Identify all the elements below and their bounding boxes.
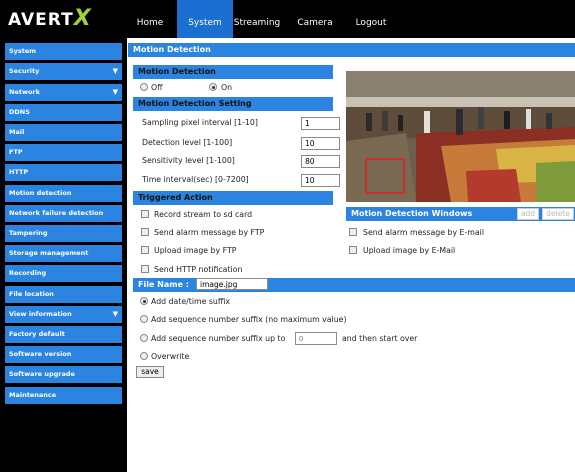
sidebar-item-label: Network bbox=[9, 88, 40, 96]
http-notify-checkbox[interactable] bbox=[141, 265, 149, 273]
sidebar-item-view-information[interactable]: View information ▼ bbox=[5, 306, 122, 323]
suffix-seq-nomax-radio[interactable] bbox=[140, 315, 148, 323]
nav-system[interactable]: System bbox=[177, 0, 233, 38]
sidebar-item-label: Security bbox=[9, 67, 40, 75]
alarm-ftp-checkbox[interactable] bbox=[141, 228, 149, 236]
suffix-seq-upto-label: Add sequence number suffix up to bbox=[151, 334, 286, 343]
upload-email-label: Upload image by E-Mail bbox=[363, 246, 456, 255]
sidebar-item-label: Tampering bbox=[9, 229, 48, 237]
upload-ftp-label: Upload image by FTP bbox=[154, 246, 237, 255]
sidebar-item-label: Maintenance bbox=[9, 391, 57, 399]
record-sd-label: Record stream to sd card bbox=[154, 210, 253, 219]
sidebar-item-maintenance[interactable]: Maintenance bbox=[5, 387, 122, 404]
http-notify-label: Send HTTP notification bbox=[154, 265, 243, 274]
sidebar-item-security[interactable]: Security ▼ bbox=[5, 63, 122, 80]
sidebar-item-label: DDNS bbox=[9, 108, 30, 116]
setting-label-sensitivity: Sensitivity level [1-100] bbox=[142, 156, 235, 165]
setting-label-sampling: Sampling pixel interval [1-10] bbox=[142, 118, 258, 127]
alarm-ftp-label: Send alarm message by FTP bbox=[154, 228, 265, 237]
alarm-email-label: Send alarm message by E-mail bbox=[363, 228, 484, 237]
sidebar-item-http[interactable]: HTTP bbox=[5, 164, 122, 181]
chevron-down-icon: ▼ bbox=[112, 310, 118, 318]
md-section-header: Motion Detection bbox=[133, 65, 333, 79]
nav-streaming[interactable]: Streaming bbox=[233, 0, 281, 38]
sidebar-item-label: File location bbox=[9, 290, 54, 298]
sidebar-item-factory-default[interactable]: Factory default bbox=[5, 326, 122, 343]
suffix-datetime-label: Add date/time suffix bbox=[151, 297, 231, 306]
time-interval-input[interactable]: 10 bbox=[301, 174, 340, 187]
setting-label-detection: Detection level [1-100] bbox=[142, 138, 233, 147]
sampling-input[interactable]: 1 bbox=[301, 117, 340, 130]
sensitivity-input[interactable]: 80 bbox=[301, 155, 340, 168]
sidebar-item-software-version[interactable]: Software version bbox=[5, 346, 122, 363]
suffix-seq-upto-radio[interactable] bbox=[140, 334, 148, 342]
sidebar-item-ftp[interactable]: FTP bbox=[5, 144, 122, 161]
sidebar-item-label: Factory default bbox=[9, 330, 65, 338]
sidebar-item-software-upgrade[interactable]: Software upgrade bbox=[5, 366, 122, 383]
save-button[interactable]: save bbox=[136, 366, 164, 378]
sidebar-item-network[interactable]: Network ▼ bbox=[5, 84, 122, 101]
windows-section-header: Motion Detection Windows bbox=[346, 207, 575, 221]
sidebar-item-ddns[interactable]: DDNS bbox=[5, 104, 122, 121]
suffix-seq-nomax-label: Add sequence number suffix (no maximum v… bbox=[151, 315, 347, 324]
delete-window-button[interactable]: delete bbox=[542, 208, 574, 220]
sidebar-item-network-failure-detection[interactable]: Network failure detection bbox=[5, 205, 122, 222]
sidebar-item-tampering[interactable]: Tampering bbox=[5, 225, 122, 242]
windows-section-title: Motion Detection Windows bbox=[351, 209, 473, 218]
add-window-button[interactable]: add bbox=[517, 208, 539, 220]
suffix-upto-after-label: and then start over bbox=[342, 334, 418, 343]
suffix-overwrite-radio[interactable] bbox=[140, 352, 148, 360]
chevron-down-icon: ▼ bbox=[112, 88, 118, 96]
nav-camera[interactable]: Camera bbox=[293, 0, 337, 38]
sidebar: System Security ▼ Network ▼ DDNS Mail FTP HTTP Mo… bbox=[0, 38, 127, 472]
sidebar-item-label: Storage management bbox=[9, 249, 89, 257]
sidebar-item-motion-detection[interactable]: Motion detection bbox=[5, 185, 122, 202]
sidebar-item-recording[interactable]: Recording bbox=[5, 265, 122, 282]
sidebar-item-label: View information bbox=[9, 310, 72, 318]
page-title: Motion Detection bbox=[128, 43, 575, 57]
suffix-upto-input[interactable] bbox=[295, 332, 337, 345]
camera-preview-image bbox=[346, 71, 575, 202]
sidebar-item-storage-management[interactable]: Storage management bbox=[5, 245, 122, 262]
sidebar-item-system[interactable]: System bbox=[5, 43, 122, 60]
sidebar-item-label: Software version bbox=[9, 350, 72, 358]
sidebar-item-label: FTP bbox=[9, 148, 23, 156]
upload-ftp-checkbox[interactable] bbox=[141, 246, 149, 254]
setting-label-time: Time interval(sec) [0-7200] bbox=[142, 175, 249, 184]
nav-home[interactable]: Home bbox=[129, 0, 171, 38]
sidebar-item-label: System bbox=[9, 47, 37, 55]
md-on-radio[interactable] bbox=[209, 83, 217, 91]
sidebar-item-mail[interactable]: Mail bbox=[5, 124, 122, 141]
md-off-label: Off bbox=[151, 83, 163, 92]
record-sd-checkbox[interactable] bbox=[141, 210, 149, 218]
top-bar: AVERTX Home System Streaming Camera Logo… bbox=[0, 0, 575, 38]
camera-preview[interactable] bbox=[346, 71, 575, 202]
avertx-logo[interactable]: AVERTX bbox=[8, 8, 118, 31]
sidebar-item-label: Mail bbox=[9, 128, 25, 136]
chevron-down-icon: ▼ bbox=[112, 67, 118, 75]
md-off-radio[interactable] bbox=[140, 83, 148, 91]
nav-logout[interactable]: Logout bbox=[351, 0, 391, 38]
suffix-datetime-radio[interactable] bbox=[140, 297, 148, 305]
file-name-label: File Name : bbox=[138, 280, 189, 289]
sidebar-item-label: Network failure detection bbox=[9, 209, 104, 217]
main-content: Motion Detection Motion Detection Off On… bbox=[128, 38, 575, 472]
detection-input[interactable]: 10 bbox=[301, 137, 340, 150]
triggered-section-header: Triggered Action bbox=[133, 191, 333, 205]
sidebar-item-label: HTTP bbox=[9, 168, 29, 176]
setting-section-header: Motion Detection Setting bbox=[133, 97, 333, 111]
sidebar-item-label: Motion detection bbox=[9, 189, 72, 197]
sidebar-item-label: Recording bbox=[9, 269, 47, 277]
sidebar-item-label: Software upgrade bbox=[9, 370, 75, 378]
suffix-overwrite-label: Overwrite bbox=[151, 352, 190, 361]
upload-email-checkbox[interactable] bbox=[349, 246, 357, 254]
sidebar-item-file-location[interactable]: File location bbox=[5, 286, 122, 303]
alarm-email-checkbox[interactable] bbox=[349, 228, 357, 236]
file-name-input[interactable]: image.jpg bbox=[196, 278, 268, 290]
md-on-label: On bbox=[221, 83, 233, 92]
